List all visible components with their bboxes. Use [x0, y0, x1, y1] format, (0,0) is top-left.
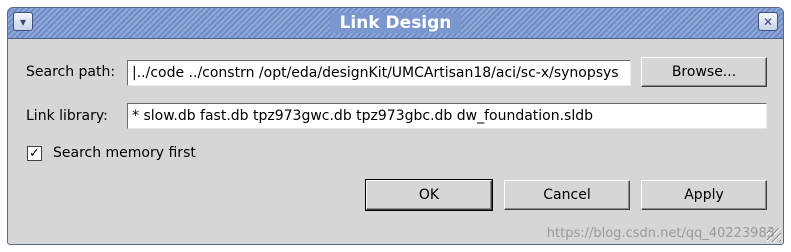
close-button[interactable]: ✕ — [758, 12, 778, 31]
search-memory-checkbox[interactable]: ✓ — [27, 146, 42, 161]
link-library-label: Link library: — [26, 108, 108, 124]
check-icon: ✓ — [29, 146, 40, 161]
watermark: https://blog.csdn.net/qq_40223983 — [546, 226, 775, 241]
cancel-button[interactable]: Cancel — [504, 180, 630, 210]
close-icon: ✕ — [762, 14, 774, 29]
search-memory-label[interactable]: Search memory first — [53, 145, 196, 161]
ok-button[interactable]: OK — [365, 179, 493, 211]
browse-button-label: Browse... — [671, 64, 737, 80]
ok-button-label: OK — [418, 187, 440, 203]
apply-button-label: Apply — [684, 187, 724, 203]
title-bar[interactable]: ▾ Link Design ✕ — [8, 8, 783, 39]
link-library-input[interactable]: * slow.db fast.db tpz973gwc.db tpz973gbc… — [127, 103, 767, 129]
search-path-label: Search path: — [26, 64, 116, 80]
window-title-text: Link Design — [329, 13, 462, 33]
browse-button[interactable]: Browse... — [641, 57, 767, 87]
window-title: Link Design — [8, 8, 783, 38]
link-design-dialog: ▾ Link Design ✕ Search path: |../code ..… — [7, 7, 784, 245]
cancel-button-label: Cancel — [543, 187, 591, 203]
search-path-input[interactable]: |../code ../constrn /opt/eda/designKit/U… — [127, 60, 631, 86]
apply-button[interactable]: Apply — [641, 180, 767, 210]
